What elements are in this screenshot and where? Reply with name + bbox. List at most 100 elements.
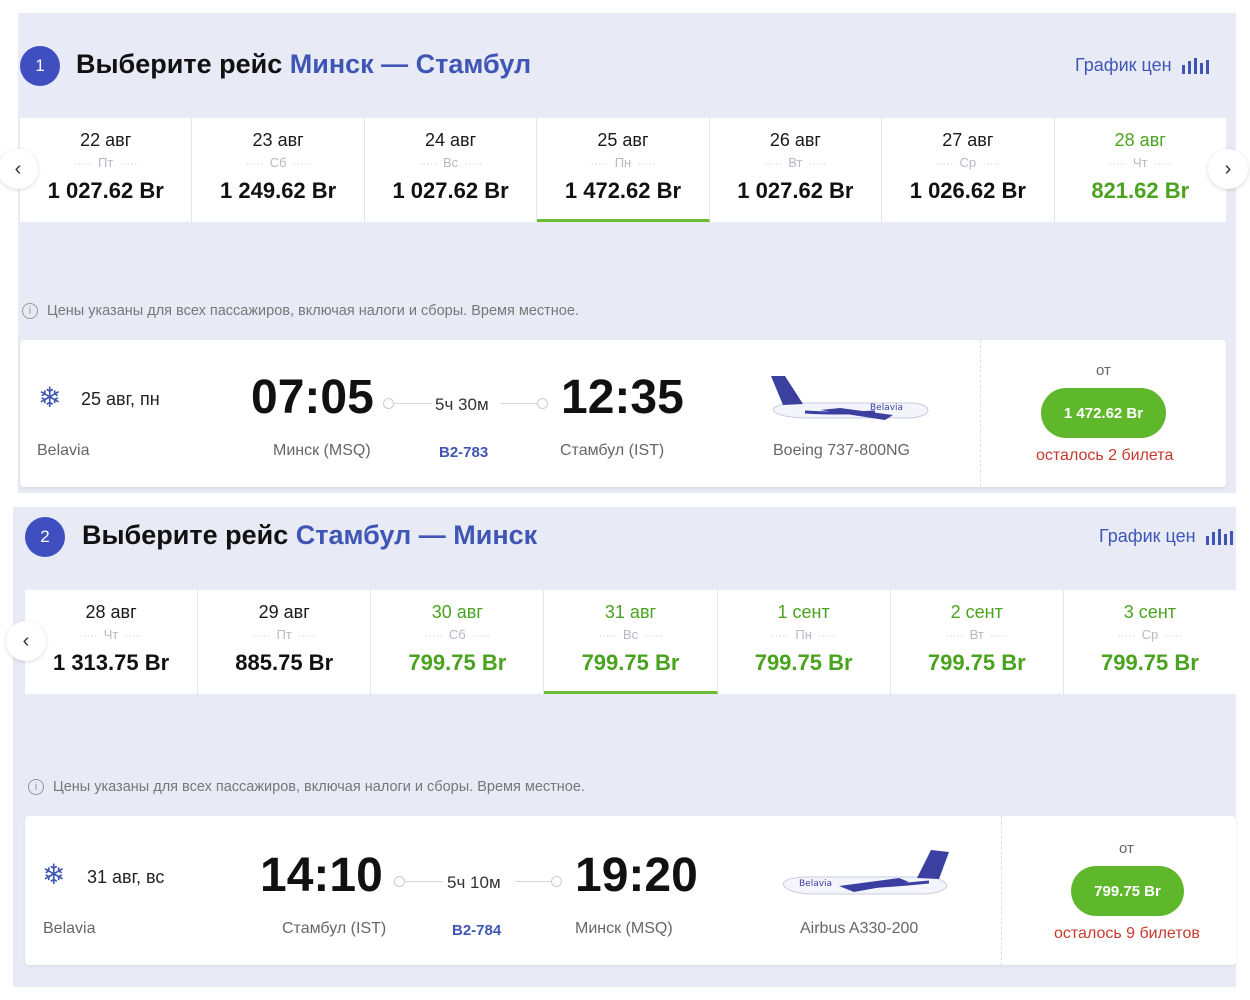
date-option[interactable]: 27 авг Ср 1 026.62 Br [882, 118, 1055, 222]
price-chart-link[interactable]: График цен [1075, 55, 1209, 76]
date-price: 1 027.62 Br [47, 178, 164, 203]
price-chart-label: График цен [1099, 526, 1196, 546]
airline-name: Belavia [43, 920, 96, 937]
date-price: 1 027.62 Br [392, 178, 509, 203]
route-line [501, 403, 537, 404]
weekday-label: Вт [891, 627, 1063, 642]
arrival-city: Стамбул (IST) [560, 442, 665, 459]
flight-card[interactable]: ❄ 25 авг, пн Belavia 07:05 5ч 30м 12:35 … [20, 340, 1226, 487]
weekday-label: Сб [192, 155, 363, 170]
step-number-badge: 2 [25, 517, 65, 557]
date-label: 22 авг [80, 130, 132, 150]
date-option[interactable]: 3 сент Ср 799.75 Br [1064, 590, 1236, 694]
date-label: 31 авг [604, 602, 657, 622]
airplane-image: Belavia [771, 376, 929, 420]
info-icon: i [22, 303, 38, 319]
departure-time: 14:10 [260, 849, 383, 902]
chevron-left-icon[interactable]: ‹ [6, 621, 46, 661]
date-selector: 22 авг Пт 1 027.62 Br 23 авг Сб 1 249.62… [20, 118, 1226, 222]
price-from-label: от [1096, 362, 1111, 379]
seats-left: осталось 9 билетов [1054, 925, 1200, 942]
snowflake-logo-icon: ❄ [42, 859, 66, 890]
date-label: 23 авг [252, 130, 304, 150]
flight-card[interactable]: ❄ 31 авг, вс Belavia 14:10 5ч 10м 19:20 … [25, 816, 1236, 965]
return-section: 2 Выберите рейс Стамбул — Минск График ц… [6, 507, 1236, 987]
date-option[interactable]: 24 авг Вс 1 027.62 Br [365, 118, 538, 222]
date-label: 2 сент [950, 602, 1003, 622]
snowflake-logo-icon: ❄ [38, 382, 62, 413]
price-chart-label: График цен [1075, 55, 1172, 75]
date-label: 26 авг [769, 130, 821, 150]
price-from-label: от [1119, 840, 1134, 857]
route-line [394, 403, 432, 404]
weekday-label: Сб [371, 627, 543, 642]
date-option[interactable]: 26 авг Вт 1 027.62 Br [710, 118, 883, 222]
arrival-time: 19:20 [575, 849, 698, 902]
price-note-text: Цены указаны для всех пассажиров, включа… [53, 779, 585, 795]
select-flight-button[interactable]: 1 472.62 Br [1041, 388, 1166, 438]
step-number-badge: 1 [20, 46, 60, 86]
date-price: 799.75 Br [1100, 650, 1199, 675]
date-label: 24 авг [424, 130, 477, 150]
flight-duration: 5ч 30м [435, 395, 489, 414]
date-price: 821.62 Br [1091, 178, 1190, 203]
info-icon: i [28, 779, 44, 795]
date-option[interactable]: 1 сент Пн 799.75 Br [718, 590, 891, 694]
departure-city: Минск (MSQ) [273, 442, 371, 459]
date-label: 27 авг [942, 130, 994, 150]
weekday-label: Пт [198, 627, 370, 642]
chevron-right-icon[interactable]: › [1208, 149, 1248, 189]
weekday-label: Вс [544, 627, 716, 642]
route-line [405, 881, 443, 882]
date-price: 799.75 Br [927, 650, 1026, 675]
title-prefix: Выберите рейс [76, 49, 283, 79]
arrival-dot [537, 398, 548, 409]
date-option[interactable]: 22 авг Пт 1 027.62 Br [20, 118, 193, 222]
arrival-time: 12:35 [561, 371, 684, 424]
date-label: 28 авг [1114, 130, 1166, 150]
flight-date: 25 авг, пн [81, 389, 160, 409]
date-price: 1 472.62 Br [564, 178, 682, 203]
seats-left: осталось 2 билета [1036, 447, 1174, 464]
date-selector: 28 авг Чт 1 313.75 Br 29 авг Пт 885.75 B… [25, 590, 1236, 694]
title-prefix: Выберите рейс [82, 520, 289, 550]
date-price: 1 026.62 Br [909, 178, 1026, 203]
weekday-label: Пн [718, 627, 890, 642]
title-route: Стамбул — Минск [295, 520, 538, 550]
departure-dot [383, 398, 394, 409]
date-price: 1 313.75 Br [52, 650, 170, 675]
date-option[interactable]: 28 авг Чт 821.62 Br [1055, 118, 1226, 222]
flight-number[interactable]: B2-784 [452, 922, 501, 939]
date-label: 25 авг [597, 130, 649, 150]
date-option[interactable]: 30 авг Сб 799.75 Br [371, 590, 545, 694]
flight-number[interactable]: B2-783 [439, 444, 488, 461]
departure-time: 07:05 [251, 371, 374, 424]
date-price: 799.75 Br [754, 650, 853, 675]
date-label: 3 сент [1123, 602, 1177, 622]
outbound-section: 1 Выберите рейс Минск — Стамбул График ц… [0, 13, 1248, 493]
date-option[interactable]: 29 авг Пт 885.75 Br [198, 590, 372, 694]
card-divider [980, 340, 981, 487]
date-price: 1 027.62 Br [737, 178, 854, 203]
weekday-label: Ср [1064, 627, 1236, 642]
date-option-selected[interactable]: 25 авг Пн 1 472.62 Br [537, 118, 710, 222]
date-price: 885.75 Br [235, 650, 334, 675]
aircraft-type: Boeing 737-800NG [773, 442, 910, 459]
date-option[interactable]: 28 авг Чт 1 313.75 Br [25, 590, 199, 694]
price-note: i Цены указаны для всех пассажиров, вклю… [22, 303, 579, 319]
price-note-text: Цены указаны для всех пассажиров, включа… [47, 303, 579, 319]
departure-dot [394, 876, 405, 887]
flight-date: 31 авг, вс [87, 867, 165, 887]
date-label: 28 авг [85, 602, 137, 622]
date-option[interactable]: 23 авг Сб 1 249.62 Br [192, 118, 365, 222]
date-option[interactable]: 2 сент Вт 799.75 Br [891, 590, 1064, 694]
airplane-image: Belavia [782, 850, 949, 895]
select-flight-button[interactable]: 799.75 Br [1071, 866, 1184, 916]
weekday-label: Пт [20, 155, 191, 170]
bar-chart-icon [1181, 57, 1209, 74]
date-option-selected[interactable]: 31 авг Вс 799.75 Br [544, 590, 718, 694]
plane-logo-text: Belavia [799, 879, 832, 889]
weekday-label: Ср [882, 155, 1053, 170]
price-chart-link[interactable]: График цен [1099, 526, 1233, 547]
date-label: 30 авг [431, 602, 483, 622]
